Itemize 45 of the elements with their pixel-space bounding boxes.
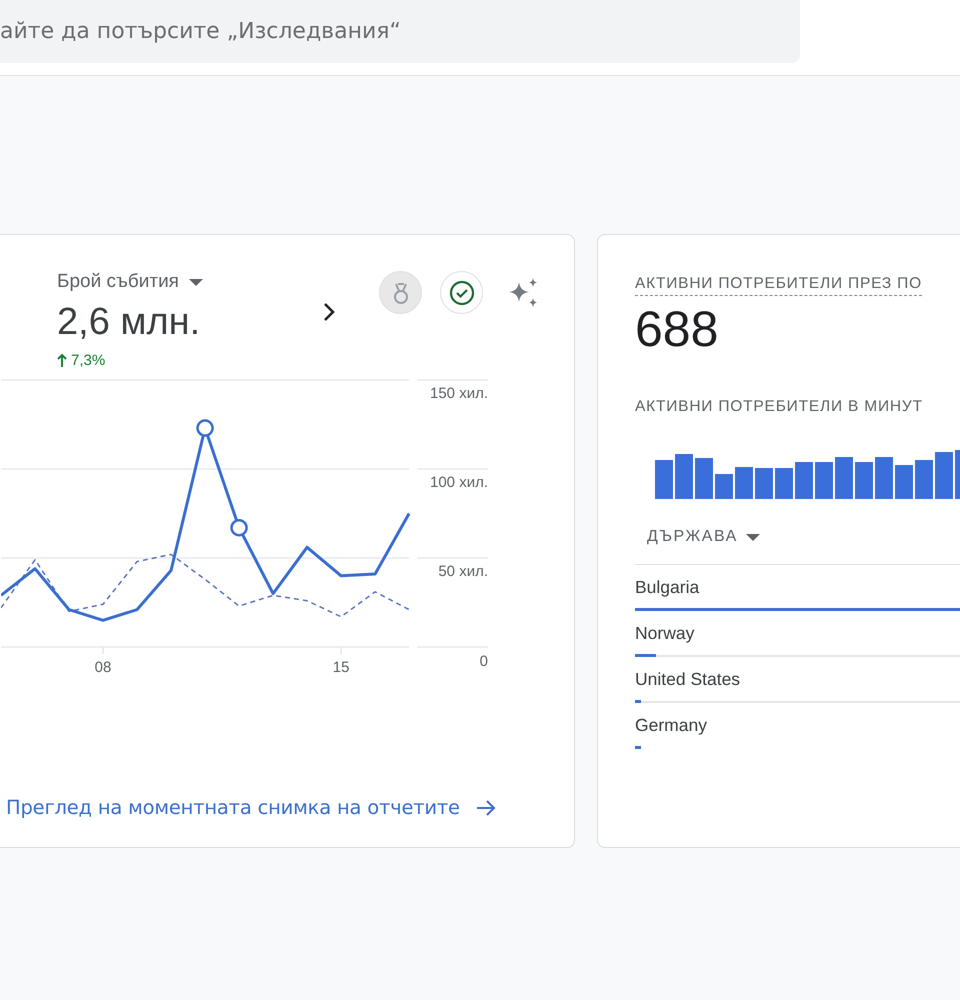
bar	[795, 462, 813, 499]
check-button[interactable]	[440, 271, 483, 314]
bar	[895, 465, 913, 499]
bar	[815, 462, 833, 499]
axis-label: 150 хил.	[430, 385, 488, 402]
caret-icon	[746, 534, 760, 540]
bar	[735, 467, 753, 499]
axis-label: 08	[94, 659, 112, 676]
country-name: United States	[635, 669, 742, 690]
axis-label: 15	[332, 659, 350, 676]
bar	[935, 452, 953, 499]
axis-label: 50 хил.	[438, 563, 488, 580]
bar	[855, 462, 873, 499]
metric-dropdown[interactable]: Брой събития	[57, 271, 317, 293]
medal-button[interactable]	[379, 271, 422, 314]
point-marker	[230, 519, 248, 536]
axis-label: 0	[480, 653, 488, 670]
bar	[675, 454, 693, 499]
bar	[755, 468, 773, 499]
point-marker	[196, 419, 214, 437]
caret-icon	[188, 278, 203, 286]
country-name: Bulgaria	[635, 577, 700, 598]
arrow-right-icon	[476, 798, 496, 816]
metric-value: 2,6 млн.	[57, 301, 202, 344]
country-name: Norway	[635, 623, 696, 644]
section-title: АКТИВНИ ПОТРЕБИТЕЛИ В МИНУТ	[635, 398, 924, 416]
bar	[955, 450, 960, 499]
metric-change: 7,3%	[71, 352, 106, 369]
check-circle-icon	[448, 280, 474, 306]
country-name: Germany	[635, 715, 708, 736]
report-snapshot-link[interactable]: Преглед на моментната снимка на отчетите	[6, 796, 574, 819]
chevron-right-icon	[322, 301, 336, 323]
arrow-up-icon	[57, 354, 67, 368]
search-field[interactable]: айте да потърсите „Изследвания“	[0, 0, 800, 63]
axis-label: 100 хил.	[430, 474, 488, 491]
bar	[915, 460, 933, 499]
bar	[775, 468, 793, 499]
bar	[695, 458, 713, 499]
bar	[715, 474, 733, 499]
card-title: АКТИВНИ ПОТРЕБИТЕЛИ ПРЕЗ ПО	[635, 275, 922, 296]
active-users-value: 688	[635, 300, 720, 358]
bar	[875, 457, 893, 499]
bar	[835, 457, 853, 499]
bar	[655, 460, 673, 499]
country-dropdown[interactable]: ДЪРЖАВА	[647, 528, 760, 546]
